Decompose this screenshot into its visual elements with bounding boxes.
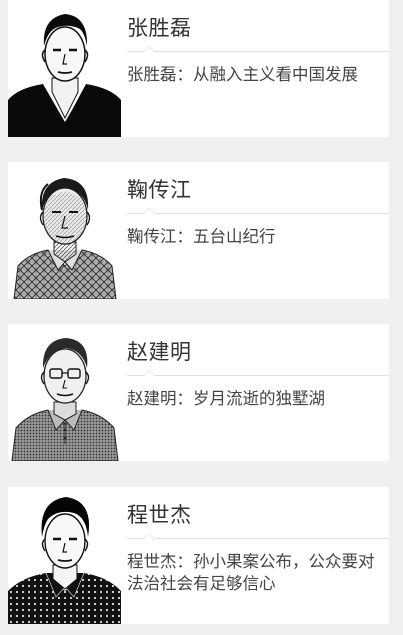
- author-portrait[interactable]: [8, 487, 121, 624]
- divider: [127, 538, 389, 539]
- author-portrait[interactable]: [8, 324, 121, 461]
- author-portrait[interactable]: [8, 162, 121, 299]
- article-link[interactable]: 赵建明：岁月流逝的独墅湖: [127, 388, 379, 410]
- author-card[interactable]: 张胜磊 张胜磊：从融入主义看中国发展: [8, 0, 389, 137]
- divider: [127, 375, 389, 376]
- portrait-image: [8, 162, 121, 299]
- author-name[interactable]: 程世杰: [127, 499, 192, 529]
- article-link[interactable]: 鞠传江：五台山纪行: [127, 226, 379, 248]
- article-link[interactable]: 张胜磊：从融入主义看中国发展: [127, 64, 379, 86]
- author-name[interactable]: 赵建明: [127, 336, 192, 366]
- divider-notch: [143, 46, 155, 52]
- author-info: 赵建明 赵建明：岁月流逝的独墅湖: [121, 324, 389, 461]
- portrait-image: [8, 487, 121, 624]
- author-name[interactable]: 张胜磊: [127, 12, 192, 42]
- divider-notch: [143, 533, 155, 539]
- divider: [127, 213, 389, 214]
- author-info: 程世杰 程世杰：孙小果案公布，公众要对法治社会有足够信心: [121, 487, 389, 624]
- article-link[interactable]: 程世杰：孙小果案公布，公众要对法治社会有足够信心: [127, 551, 379, 595]
- divider: [127, 51, 389, 52]
- author-card[interactable]: 程世杰 程世杰：孙小果案公布，公众要对法治社会有足够信心: [8, 487, 389, 624]
- author-portrait[interactable]: [8, 0, 121, 137]
- divider-notch: [143, 370, 155, 376]
- author-info: 鞠传江 鞠传江：五台山纪行: [121, 162, 389, 299]
- author-card[interactable]: 赵建明 赵建明：岁月流逝的独墅湖: [8, 324, 389, 461]
- author-card[interactable]: 鞠传江 鞠传江：五台山纪行: [8, 162, 389, 299]
- divider-notch: [143, 208, 155, 214]
- portrait-image: [8, 324, 121, 461]
- author-info: 张胜磊 张胜磊：从融入主义看中国发展: [121, 0, 389, 137]
- portrait-image: [8, 0, 121, 137]
- author-name[interactable]: 鞠传江: [127, 174, 192, 204]
